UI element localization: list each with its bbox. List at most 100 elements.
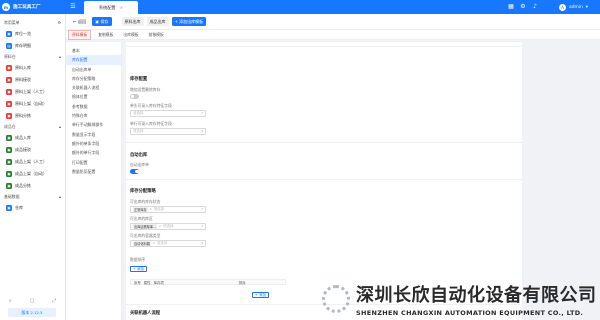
nav-position[interactable]: 格体位置 <box>66 92 121 101</box>
chevron-down-icon: ▾ <box>201 111 203 116</box>
dock-icon: ▣ <box>6 147 12 153</box>
gear-icon[interactable]: ⚙ <box>58 18 62 28</box>
select-tag: 自动化料箱 <box>133 240 151 246</box>
nav-reference[interactable]: 参考数据 <box>66 102 121 111</box>
company-name-cn: 深圳长欣自动化设备有限公司 <box>356 285 597 306</box>
sort-icon: ▣ <box>6 183 12 189</box>
sidebar-item[interactable]: ▤ 库存明细 <box>0 40 65 52</box>
sidebar-item[interactable]: ▣ 成品接驳 <box>0 144 65 156</box>
template-tabs: 原料模板 复制模板 出库模板 前移模板 <box>66 29 600 40</box>
nav-auto-outbound[interactable]: 自动出库单 <box>66 65 121 74</box>
add-button[interactable]: + 添加 <box>130 266 148 272</box>
save-label: 保存 <box>100 18 109 24</box>
grid-icon[interactable]: ▦ <box>506 2 516 12</box>
sidebar-group-common[interactable]: 常用菜单 ⚙ <box>0 18 65 28</box>
sidebar-item[interactable]: ▣ 成品分拣 <box>0 180 65 192</box>
field-label: 单头可录入库存特征字段 <box>130 103 172 108</box>
sidebar-item[interactable]: ▣ 成品上架（人工） <box>0 156 65 168</box>
close-icon[interactable]: × <box>149 207 152 211</box>
shelf-icon: ▣ <box>6 89 12 95</box>
select-field[interactable]: 正常库存 × 请选择 ▾ <box>130 206 206 213</box>
add-template-button[interactable]: + 添加出库模板 <box>171 17 207 26</box>
toolbar: ← 返回 ▣ 保存 原料出库 成品出库 + 添加出库模板 <box>66 14 600 30</box>
nav-manual-unbind[interactable]: 单行手动解绑操作 <box>66 120 121 129</box>
sidebar-group-label: 成品仓 <box>4 124 16 129</box>
close-icon[interactable]: × <box>152 241 155 245</box>
close-icon[interactable]: × <box>120 5 124 10</box>
select-field[interactable]: 自动化料箱 × 请选择 ▾ <box>130 240 206 247</box>
sidebar-group-finished[interactable]: 成品仓 ▴ <box>0 122 65 132</box>
toggle-switch[interactable] <box>130 169 139 174</box>
nav-special[interactable]: 特殊仓库 <box>66 111 121 120</box>
sidebar-item[interactable]: ▣ 原料上架（自动） <box>0 98 65 110</box>
nav-extra-row[interactable]: 额外的单行字段 <box>66 148 121 157</box>
close-icon[interactable]: × <box>159 224 162 228</box>
sidebar-item[interactable]: ▣ 成品上架（自动） <box>0 168 65 180</box>
sidebar-item[interactable]: ▣ 原料接驳 <box>0 74 65 86</box>
select-placeholder: 请选择 <box>156 240 168 245</box>
tab-copy-template[interactable]: 复制模板 <box>95 31 116 39</box>
sort-table-header: 序号 属性 库存项 排序 <box>130 279 286 285</box>
nav-qty-display[interactable]: 数量显示字段 <box>66 130 121 139</box>
tab-system-config[interactable]: 系统配置 × <box>84 1 138 14</box>
nav-print[interactable]: 打印配置 <box>66 158 121 167</box>
select-field[interactable]: 出库区删除库... × 请选择 ▾ <box>130 223 206 230</box>
field-label: 数据排序 <box>130 257 146 262</box>
finished-out-button[interactable]: 成品出库 <box>146 17 169 26</box>
select-field[interactable]: 请选择 ▾ <box>130 128 206 135</box>
sidebar-item-label: 库位一览 <box>15 31 31 36</box>
layout-icon[interactable]: ▢ <box>30 298 35 304</box>
expand-icon[interactable]: ⤢ <box>52 298 56 304</box>
raw-out-button[interactable]: 原料出库 <box>121 17 144 26</box>
sidebar-item[interactable]: ▣ 仓库 <box>0 202 65 214</box>
tab-out-template[interactable]: 出库模板 <box>120 31 141 39</box>
nav-qty-guard[interactable]: 数量防反配置 <box>66 167 121 176</box>
chevron-down-icon: ▾ <box>585 4 588 10</box>
fold-icon[interactable]: ☰ <box>68 2 78 12</box>
tab-forward-template[interactable]: 前移模板 <box>146 31 167 39</box>
sidebar-item[interactable]: ▣ 原料入库 <box>0 62 65 74</box>
nav-allocation[interactable]: 库存分配策略 <box>66 74 121 83</box>
sidebar-group-base[interactable]: 基础数据 ▴ <box>0 192 65 202</box>
bell-icon[interactable]: ♪ <box>530 2 540 12</box>
chevron-up-icon: ▴ <box>59 124 61 129</box>
save-icon: ▣ <box>95 19 99 24</box>
search-icon[interactable]: ⌕ <box>9 298 12 304</box>
toggle-switch[interactable] <box>130 94 139 99</box>
field-label: 可出库的容器类型 <box>130 233 161 238</box>
sidebar-group-raw[interactable]: 原料仓 ▴ <box>0 52 65 62</box>
back-button[interactable]: ← 返回 <box>70 19 89 25</box>
tab-label: 系统配置 <box>98 4 116 10</box>
sidebar-item[interactable]: ▣ 原料上架（人工） <box>0 86 65 98</box>
sidebar-item[interactable]: ▣ 原料分拣 <box>0 110 65 122</box>
sidebar-item-label: 原料接驳 <box>15 77 31 82</box>
sidebar-item-label: 成品上架（人工） <box>15 159 47 164</box>
inbound-icon: ▣ <box>6 135 12 141</box>
nav-basic[interactable]: 基本 <box>66 46 121 55</box>
table-header-cell: 属性 <box>143 280 151 285</box>
nav-extra-single[interactable]: 额外的单条字段 <box>66 139 121 148</box>
sidebar-item[interactable]: ▣ 库位一览 <box>0 28 65 40</box>
stock-icon: ▣ <box>6 31 12 37</box>
nav-stock-config[interactable]: 库存配置 <box>66 55 121 65</box>
watermark-text: 深圳长欣自动化设备有限公司 SHENZHEN CHANGXIN AUTOMATI… <box>356 281 597 317</box>
divider <box>126 179 522 180</box>
sidebar-item-label: 原料分拣 <box>15 113 31 118</box>
sidebar-group-label: 原料仓 <box>4 54 16 59</box>
settings-icon[interactable]: ⚙ <box>518 2 528 12</box>
chevron-down-icon: ▾ <box>201 207 203 212</box>
top-bar: m 施工玩具工厂 ☰ 系统配置 × ▦ ⚙ ♪ A admin ▾ <box>0 0 600 14</box>
version-badge: 版本 2.12.3 <box>8 308 56 317</box>
company-name-en: SHENZHEN CHANGXIN AUTOMATION EQUIPMENT C… <box>356 309 584 317</box>
nav-robot-flow[interactable]: 关联机器人流程 <box>66 83 121 92</box>
sidebar-item-label: 库存明细 <box>15 43 31 48</box>
add-row-button[interactable]: + 添加 <box>252 292 270 298</box>
save-button[interactable]: ▣ 保存 <box>92 17 112 26</box>
sidebar-item-label: 原料上架（人工） <box>15 89 47 94</box>
user-menu[interactable]: A admin ▾ <box>559 0 588 14</box>
tab-raw-template[interactable]: 原料模板 <box>68 29 92 40</box>
sidebar-item[interactable]: ▣ 成品入库 <box>0 132 65 144</box>
user-name: admin <box>569 4 583 10</box>
sidebar-item-label: 成品入库 <box>15 135 31 140</box>
select-field[interactable]: 请选择 ▾ <box>130 110 206 117</box>
